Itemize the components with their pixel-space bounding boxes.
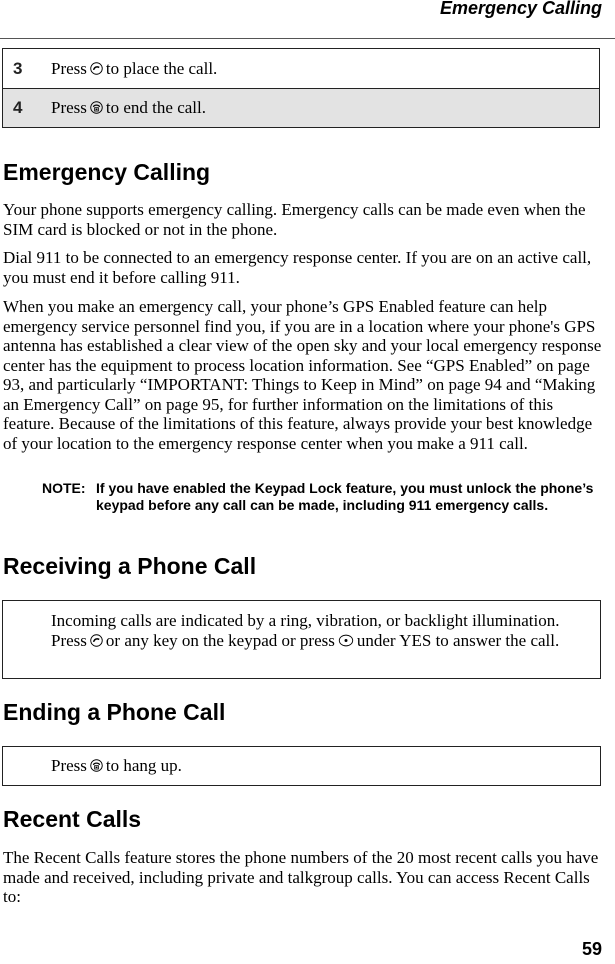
step-prefix: Press [51,58,87,78]
section-title-emergency-calling: Emergency Calling [3,159,211,185]
emergency-paragraph-1: Your phone supports emergency calling. E… [3,200,586,239]
step-row-4: 4 Press to end the call. [3,88,599,127]
step-number: 4 [13,98,23,117]
emergency-paragraph-2: Dial 911 to be connected to an emergency… [3,248,592,287]
ending-call-box: Press to hang up. [2,746,601,786]
recent-calls-paragraph: The Recent Calls feature stores the phon… [3,848,599,906]
steps-table: 3 Press to place the call. 4 Press to end … [2,48,600,128]
step-text: Press to place the call. [51,59,217,79]
step-row-3: 3 Press to place the call. [3,49,599,88]
header-rule [0,38,615,39]
step-suffix: to place the call. [105,58,218,78]
step-number: 3 [13,58,23,78]
ending-suffix: to hang up. [105,756,182,775]
step-text: Press to end the call. [51,98,206,118]
end-key-icon [90,101,103,114]
note-label: NOTE: [42,480,86,496]
page-number: 59 [581,939,602,959]
receiving-text-part2: or any key on the keypad or press [105,630,335,650]
receiving-call-box: Incoming calls are indicated by a ring, … [2,600,601,679]
ending-prefix: Press [51,756,87,775]
section-title-ending-call: Ending a Phone Call [3,699,226,725]
send-key-icon [90,633,103,647]
running-header-title: Emergency Calling [439,0,602,18]
emergency-paragraph-3: When you make an emergency call, your ph… [3,297,602,453]
end-key-icon [90,759,103,772]
note-keypad-lock: NOTE: If you have enabled the Keypad Loc… [42,480,602,514]
center-select-key-icon [338,634,354,647]
section-title-receiving-call: Receiving a Phone Call [3,553,257,579]
receiving-text-part3: under YES to answer the call. [356,630,560,650]
note-text: If you have enabled the Keypad Lock feat… [96,480,594,513]
send-key-icon [90,61,103,75]
step-suffix: to end the call. [105,98,206,117]
step-prefix: Press [51,98,87,117]
section-title-recent-calls: Recent Calls [3,806,142,832]
